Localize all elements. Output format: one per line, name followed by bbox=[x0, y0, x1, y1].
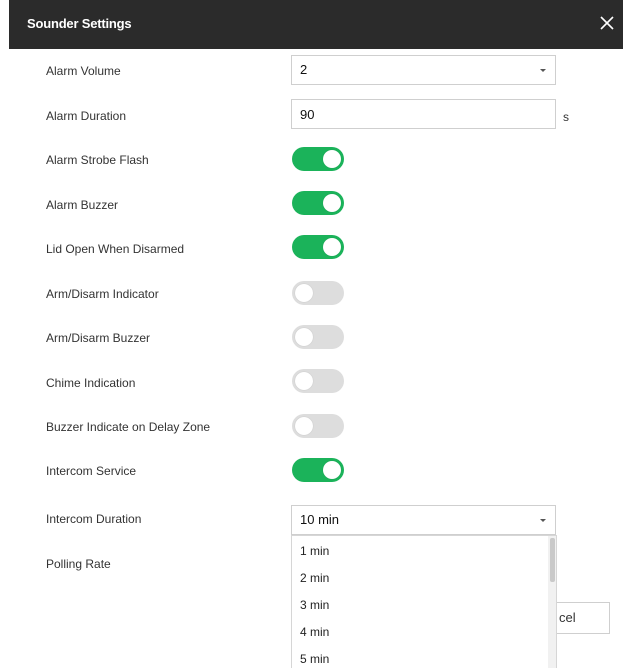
chime-indication-toggle[interactable] bbox=[292, 369, 344, 393]
polling-rate-label: Polling Rate bbox=[46, 557, 111, 571]
lid-open-when-disarmed-label: Lid Open When Disarmed bbox=[46, 242, 185, 256]
close-button[interactable] bbox=[595, 11, 619, 35]
chevron-down-icon bbox=[540, 69, 546, 72]
dropdown-option[interactable]: 4 min bbox=[300, 625, 329, 639]
dropdown-option[interactable]: 3 min bbox=[300, 598, 329, 612]
intercom-service-label: Intercom Service bbox=[46, 464, 137, 478]
toggle-knob bbox=[295, 372, 313, 390]
toggle-knob bbox=[323, 150, 341, 168]
dropdown-option[interactable]: 1 min bbox=[300, 544, 329, 558]
toggle-knob bbox=[295, 284, 313, 302]
dropdown-option[interactable]: 2 min bbox=[300, 571, 329, 585]
alarm-strobe-flash-label: Alarm Strobe Flash bbox=[46, 153, 149, 167]
intercom-duration-select[interactable]: 10 min bbox=[291, 505, 556, 535]
arm-disarm-buzzer-label: Arm/Disarm Buzzer bbox=[46, 331, 151, 345]
intercom-duration-dropdown: 1 min 2 min 3 min 4 min 5 min bbox=[291, 535, 557, 668]
intercom-duration-label: Intercom Duration bbox=[46, 512, 142, 526]
dialog-title: Sounder Settings bbox=[27, 16, 132, 31]
alarm-volume-select[interactable]: 2 bbox=[291, 55, 556, 85]
intercom-duration-value: 10 min bbox=[300, 512, 340, 527]
chevron-down-icon bbox=[540, 519, 546, 522]
close-icon bbox=[600, 16, 614, 30]
dropdown-option[interactable]: 5 min bbox=[300, 652, 329, 666]
alarm-volume-label: Alarm Volume bbox=[46, 64, 121, 78]
toggle-knob bbox=[323, 461, 341, 479]
buzzer-indicate-delay-zone-label: Buzzer Indicate on Delay Zone bbox=[46, 420, 211, 434]
arm-disarm-indicator-label: Arm/Disarm Indicator bbox=[46, 287, 159, 301]
buzzer-indicate-delay-zone-toggle[interactable] bbox=[292, 414, 344, 438]
alarm-volume-value: 2 bbox=[300, 62, 308, 77]
dropdown-scrollbar[interactable] bbox=[548, 536, 556, 668]
arm-disarm-indicator-toggle[interactable] bbox=[292, 281, 344, 305]
dropdown-scroll-thumb[interactable] bbox=[550, 538, 555, 582]
alarm-duration-unit: s bbox=[563, 110, 569, 124]
lid-open-when-disarmed-toggle[interactable] bbox=[292, 235, 344, 259]
chime-indication-label: Chime Indication bbox=[46, 376, 136, 390]
toggle-knob bbox=[323, 194, 341, 212]
alarm-strobe-flash-toggle[interactable] bbox=[292, 147, 344, 171]
toggle-knob bbox=[295, 328, 313, 346]
arm-disarm-buzzer-toggle[interactable] bbox=[292, 325, 344, 349]
toggle-knob bbox=[295, 417, 313, 435]
dialog-title-bar: Sounder Settings bbox=[9, 0, 623, 49]
alarm-buzzer-toggle[interactable] bbox=[292, 191, 344, 215]
alarm-duration-label: Alarm Duration bbox=[46, 109, 127, 123]
intercom-service-toggle[interactable] bbox=[292, 458, 344, 482]
toggle-knob bbox=[323, 238, 341, 256]
alarm-buzzer-label: Alarm Buzzer bbox=[46, 198, 119, 212]
alarm-duration-input[interactable] bbox=[291, 99, 556, 129]
